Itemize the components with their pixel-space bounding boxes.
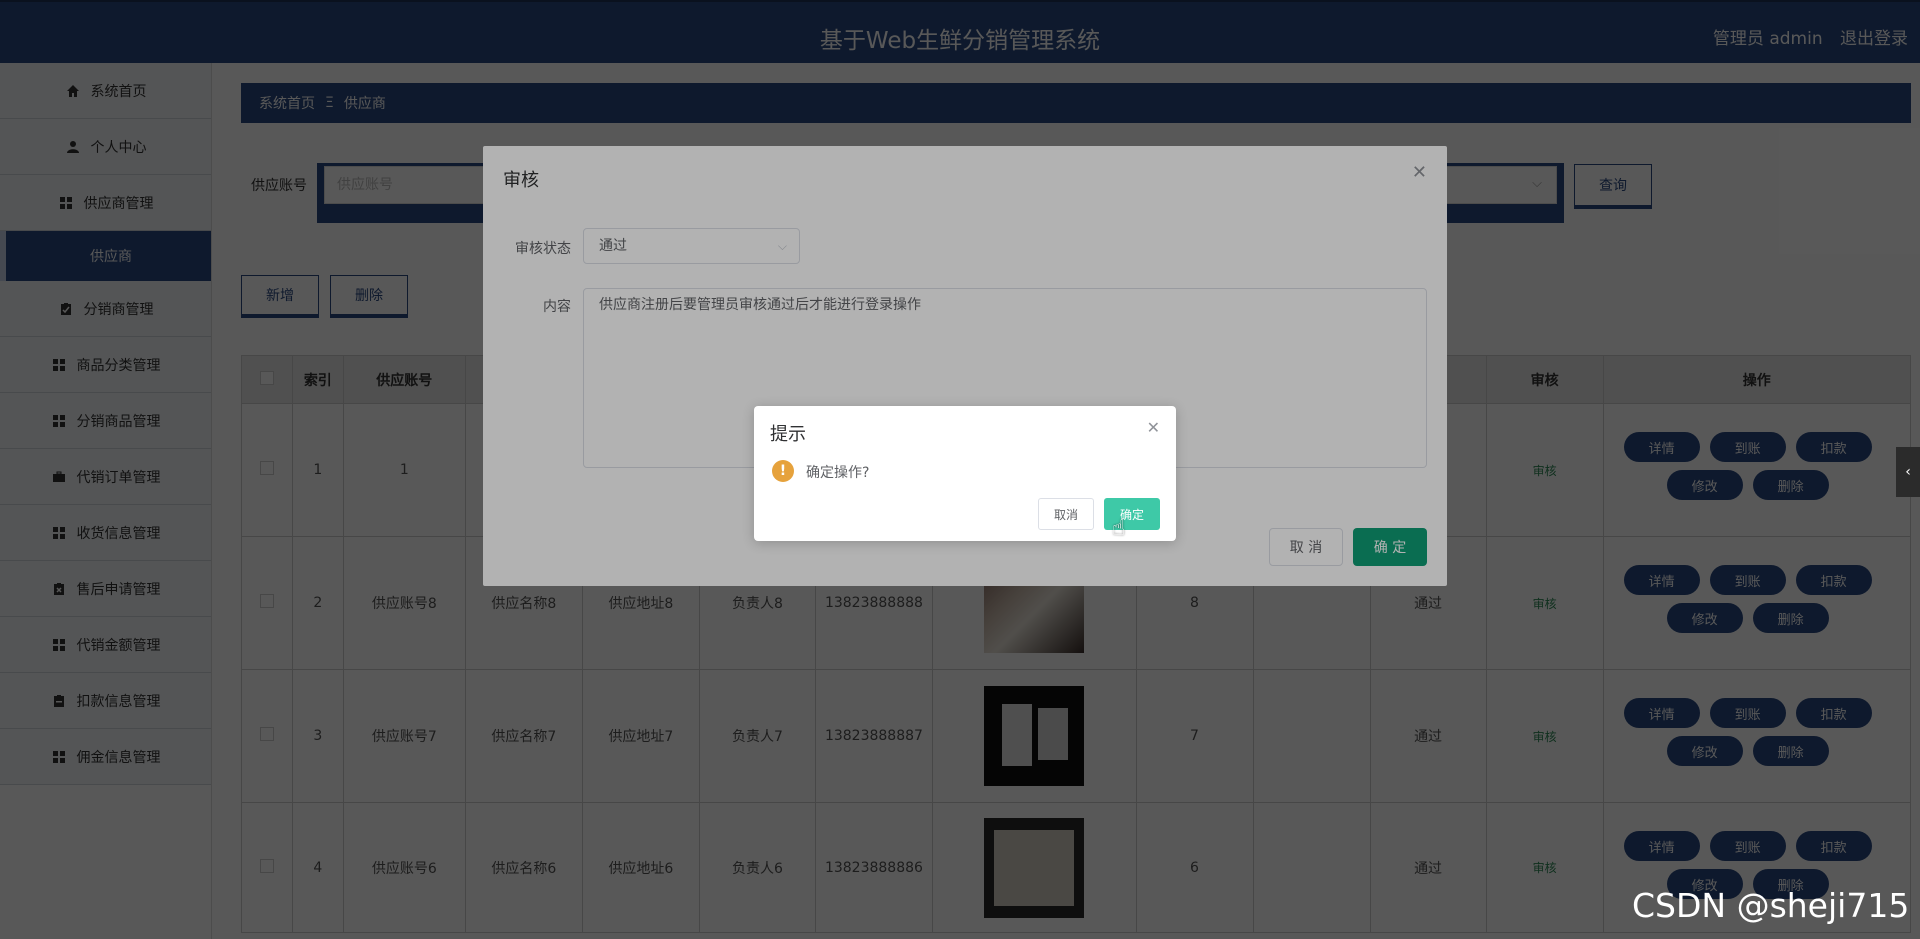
messagebox-title: 提示 [770,424,806,445]
close-icon[interactable]: ✕ [1147,418,1160,437]
messagebox-text: 确定操作? [806,465,870,481]
warning-icon: ! [772,460,794,482]
collapse-toggle[interactable]: ‹ [1896,447,1920,497]
hand-cursor-icon: ☝ [1112,516,1126,541]
watermark: CSDN @sheji715 [1632,886,1910,925]
messagebox-cancel-button[interactable]: 取消 [1038,498,1094,530]
